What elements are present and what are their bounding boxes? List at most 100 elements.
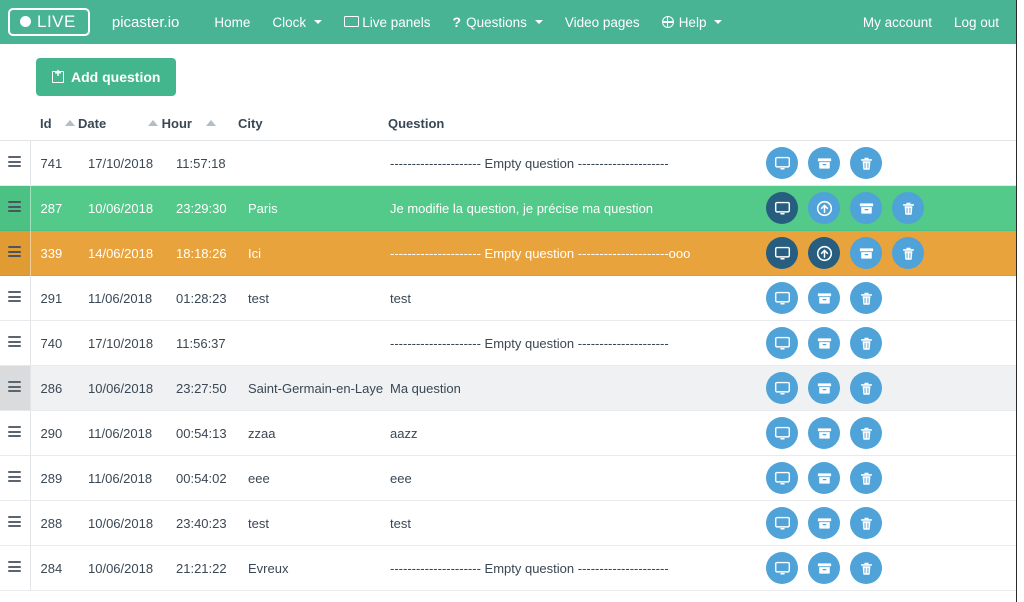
nav-link-home[interactable]: Home [203,9,261,36]
drag-handle-cell[interactable] [0,500,31,546]
header-hour-label: Hour [161,116,192,131]
cell-id-text: 289 [40,470,63,486]
cell-id: 286 [30,365,78,411]
archive-box-button[interactable] [808,507,840,539]
monitor-button[interactable] [766,282,798,314]
archive-box-button[interactable] [850,192,882,224]
drag-handle-icon[interactable] [8,514,22,529]
monitor-button[interactable] [766,192,798,224]
table-row[interactable]: 339 14/06/2018 18:18:26 Ici ----------------… [0,230,1016,276]
cell-actions [758,500,1016,546]
sort-date-icon[interactable] [148,120,158,126]
archive-box-button[interactable] [808,417,840,449]
trash-button[interactable] [850,507,882,539]
cell-id-text: 288 [40,515,63,531]
monitor-icon [774,425,791,442]
trash-button[interactable] [850,372,882,404]
brand-logo[interactable]: picaster.io [112,14,180,31]
drag-handle-cell[interactable] [0,275,31,321]
archive-box-button[interactable] [808,462,840,494]
cell-date-text: 11/06/2018 [88,470,153,486]
drag-handle-cell[interactable] [0,230,31,276]
trash-button[interactable] [850,462,882,494]
table-header-row: Id Date Hour City Question [0,110,1016,141]
table-row[interactable]: 740 17/10/2018 11:56:37 -------------------… [0,320,1016,366]
monitor-icon [344,16,360,28]
drag-handle-icon[interactable] [8,289,22,304]
drag-handle-cell[interactable] [0,410,31,456]
drag-handle-icon[interactable] [8,244,22,259]
header-handle [0,110,30,141]
table-row[interactable]: 741 17/10/2018 11:57:18 -------------------… [0,140,1016,186]
trash-button[interactable] [850,552,882,584]
nav-link-my-account[interactable]: My account [852,9,943,36]
monitor-button[interactable] [766,417,798,449]
monitor-button[interactable] [766,507,798,539]
cell-hour-text: 00:54:13 [176,425,227,441]
nav-link-live-panels[interactable]: Live panels [333,9,441,36]
cell-city [238,140,388,186]
archive-box-button[interactable] [808,327,840,359]
drag-handle-icon[interactable] [8,559,22,574]
archive-box-button[interactable] [808,147,840,179]
drag-handle-cell[interactable] [0,320,31,366]
table-row[interactable]: 289 11/06/2018 00:54:02 eee eee [0,455,1016,501]
nav-link-video-pages[interactable]: Video pages [554,9,651,36]
table-row[interactable]: 291 11/06/2018 01:28:23 test test [0,275,1016,321]
add-question-button[interactable]: Add question [36,58,177,96]
monitor-button[interactable] [766,372,798,404]
nav-link-log-out[interactable]: Log out [943,9,1010,36]
monitor-button[interactable] [766,147,798,179]
drag-handle-icon[interactable] [8,154,22,169]
trash-button[interactable] [850,282,882,314]
cell-city: eee [238,455,388,501]
nav-link-help[interactable]: Help [651,9,734,36]
trash-icon [858,515,875,532]
table-row[interactable]: 284 10/06/2018 21:21:22 Evreux -------------… [0,545,1016,591]
row-action-buttons [758,327,1016,359]
cell-city [238,320,388,366]
cell-city-text [238,156,248,171]
row-action-buttons [758,372,1016,404]
drag-handle-cell[interactable] [0,185,31,231]
drag-handle-cell[interactable] [0,455,31,501]
monitor-button[interactable] [766,552,798,584]
drag-handle-icon[interactable] [8,424,22,439]
archive-box-button[interactable] [808,282,840,314]
table-row[interactable]: 287 10/06/2018 23:29:30 Paris Je modifie la … [0,185,1016,231]
arrow-up-circle-icon [816,245,833,262]
archive-box-button[interactable] [808,372,840,404]
cell-id: 740 [30,320,78,366]
drag-handle-icon[interactable] [8,334,22,349]
monitor-button[interactable] [766,462,798,494]
cell-question: Ma question [388,365,758,411]
trash-icon [900,200,917,217]
cell-date: 11/06/2018 [78,455,166,501]
drag-handle-icon[interactable] [8,199,22,214]
drag-handle-icon[interactable] [8,469,22,484]
trash-button[interactable] [892,192,924,224]
nav-link-clock[interactable]: Clock [261,9,333,36]
drag-handle-icon[interactable] [8,379,22,394]
nav-link-questions[interactable]: ? Questions [442,8,554,36]
nav-link-label: Log out [953,14,999,30]
trash-button[interactable] [850,147,882,179]
sort-hour-icon[interactable] [205,120,216,126]
archive-box-button[interactable] [850,237,882,269]
arrow-up-circle-button[interactable] [808,192,840,224]
trash-button[interactable] [850,327,882,359]
trash-button[interactable] [892,237,924,269]
sort-id-icon[interactable] [65,120,76,126]
drag-handle-cell[interactable] [0,365,31,411]
monitor-button[interactable] [766,327,798,359]
archive-box-button[interactable] [808,552,840,584]
table-row[interactable]: 286 10/06/2018 23:27:50 Saint-Germain-en-La… [0,365,1016,411]
table-row[interactable]: 288 10/06/2018 23:40:23 test test [0,500,1016,546]
arrow-up-circle-button[interactable] [808,237,840,269]
live-dot-icon [20,16,31,27]
monitor-button[interactable] [766,237,798,269]
table-row[interactable]: 290 11/06/2018 00:54:13 zzaa aazz [0,410,1016,456]
drag-handle-cell[interactable] [0,545,31,591]
drag-handle-cell[interactable] [0,140,31,186]
trash-button[interactable] [850,417,882,449]
